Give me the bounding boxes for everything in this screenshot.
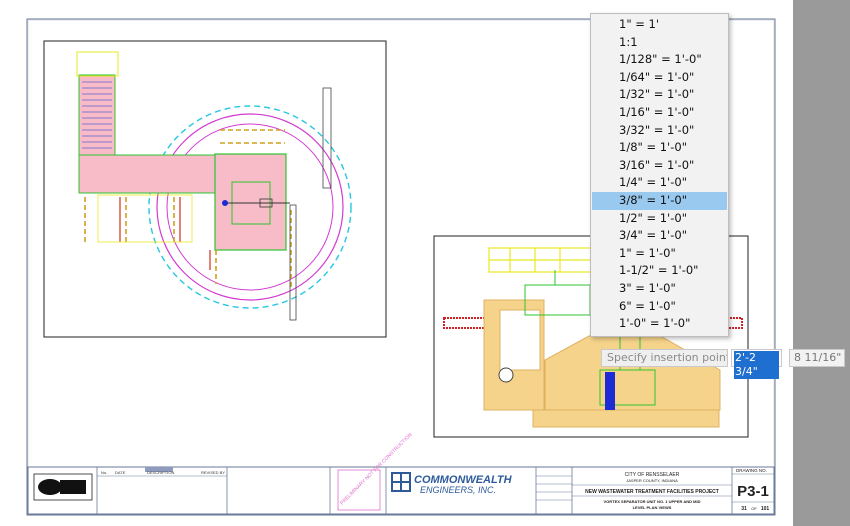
scale-menu-item[interactable]: 1/8" = 1'-0": [592, 139, 727, 157]
sheet-total: 101: [761, 506, 770, 512]
scale-menu-item[interactable]: 1/16" = 1'-0": [592, 104, 727, 122]
revision-header-description: DESCRIPTION: [147, 470, 174, 475]
scale-menu-item[interactable]: 1'-0" = 1'-0": [592, 315, 727, 333]
project-name: NEW WASTEWATER TREATMENT FACILITIES PROJ…: [585, 489, 719, 495]
scale-menu-item[interactable]: 1/32" = 1'-0": [592, 86, 727, 104]
company-subname: ENGINEERS, INC.: [420, 485, 496, 495]
scale-menu-item[interactable]: 1/2" = 1'-0": [592, 210, 727, 228]
scale-menu-item[interactable]: 1-1/2" = 1'-0": [592, 262, 727, 280]
revision-header-no: No.: [101, 470, 107, 475]
scale-menu-item[interactable]: 1/4" = 1'-0": [592, 174, 727, 192]
scale-menu-item[interactable]: 1/64" = 1'-0": [592, 69, 727, 87]
insertion-x-value: 2'-2 3/4": [734, 351, 779, 379]
scale-menu-item[interactable]: 3" = 1'-0": [592, 280, 727, 298]
scale-menu-item[interactable]: 6" = 1'-0": [592, 298, 727, 316]
revision-header-date: DATE: [115, 470, 126, 475]
revision-header-revised-by: REVISED BY: [201, 470, 225, 475]
scale-menu-item[interactable]: 1" = 1': [592, 16, 727, 34]
scale-menu-item[interactable]: 1" = 1'-0": [592, 245, 727, 263]
drawing-number: P3-1: [737, 483, 769, 500]
insertion-x-input[interactable]: 2'-2 3/4": [731, 349, 782, 379]
annotation-scale-menu[interactable]: 1" = 1' 1:1 1/128" = 1'-0" 1/64" = 1'-0" 1/3…: [590, 13, 729, 337]
client-county: JASPER COUNTY, INDIANA: [626, 478, 678, 483]
sheet-of-label: OF: [751, 506, 757, 511]
workspace-background: [793, 0, 850, 526]
sheet-number: 31: [741, 506, 747, 512]
scale-menu-item[interactable]: 1/128" = 1'-0": [592, 51, 727, 69]
scale-menu-item[interactable]: 1:1: [592, 34, 727, 52]
sheet-title-line-1: VORTEX SEPARATOR UNIT NO. 1 UPPER AND MI…: [604, 499, 701, 504]
command-prompt-label: Specify insertion point:: [601, 349, 728, 367]
upper-level-plan-view: [43, 40, 387, 338]
scale-menu-item[interactable]: 3/32" = 1'-0": [592, 122, 727, 140]
scale-menu-item[interactable]: 3/4" = 1'-0": [592, 227, 727, 245]
scale-menu-item[interactable]: 3/16" = 1'-0": [592, 157, 727, 175]
insertion-y-input[interactable]: 8 11/16": [789, 349, 845, 367]
drawing-number-label: DRAWING NO.: [736, 468, 767, 473]
scale-menu-item[interactable]: 3/8" = 1'-0": [592, 191, 727, 210]
sheet-title-line-2: LEVEL PLAN VIEWS: [633, 505, 672, 510]
